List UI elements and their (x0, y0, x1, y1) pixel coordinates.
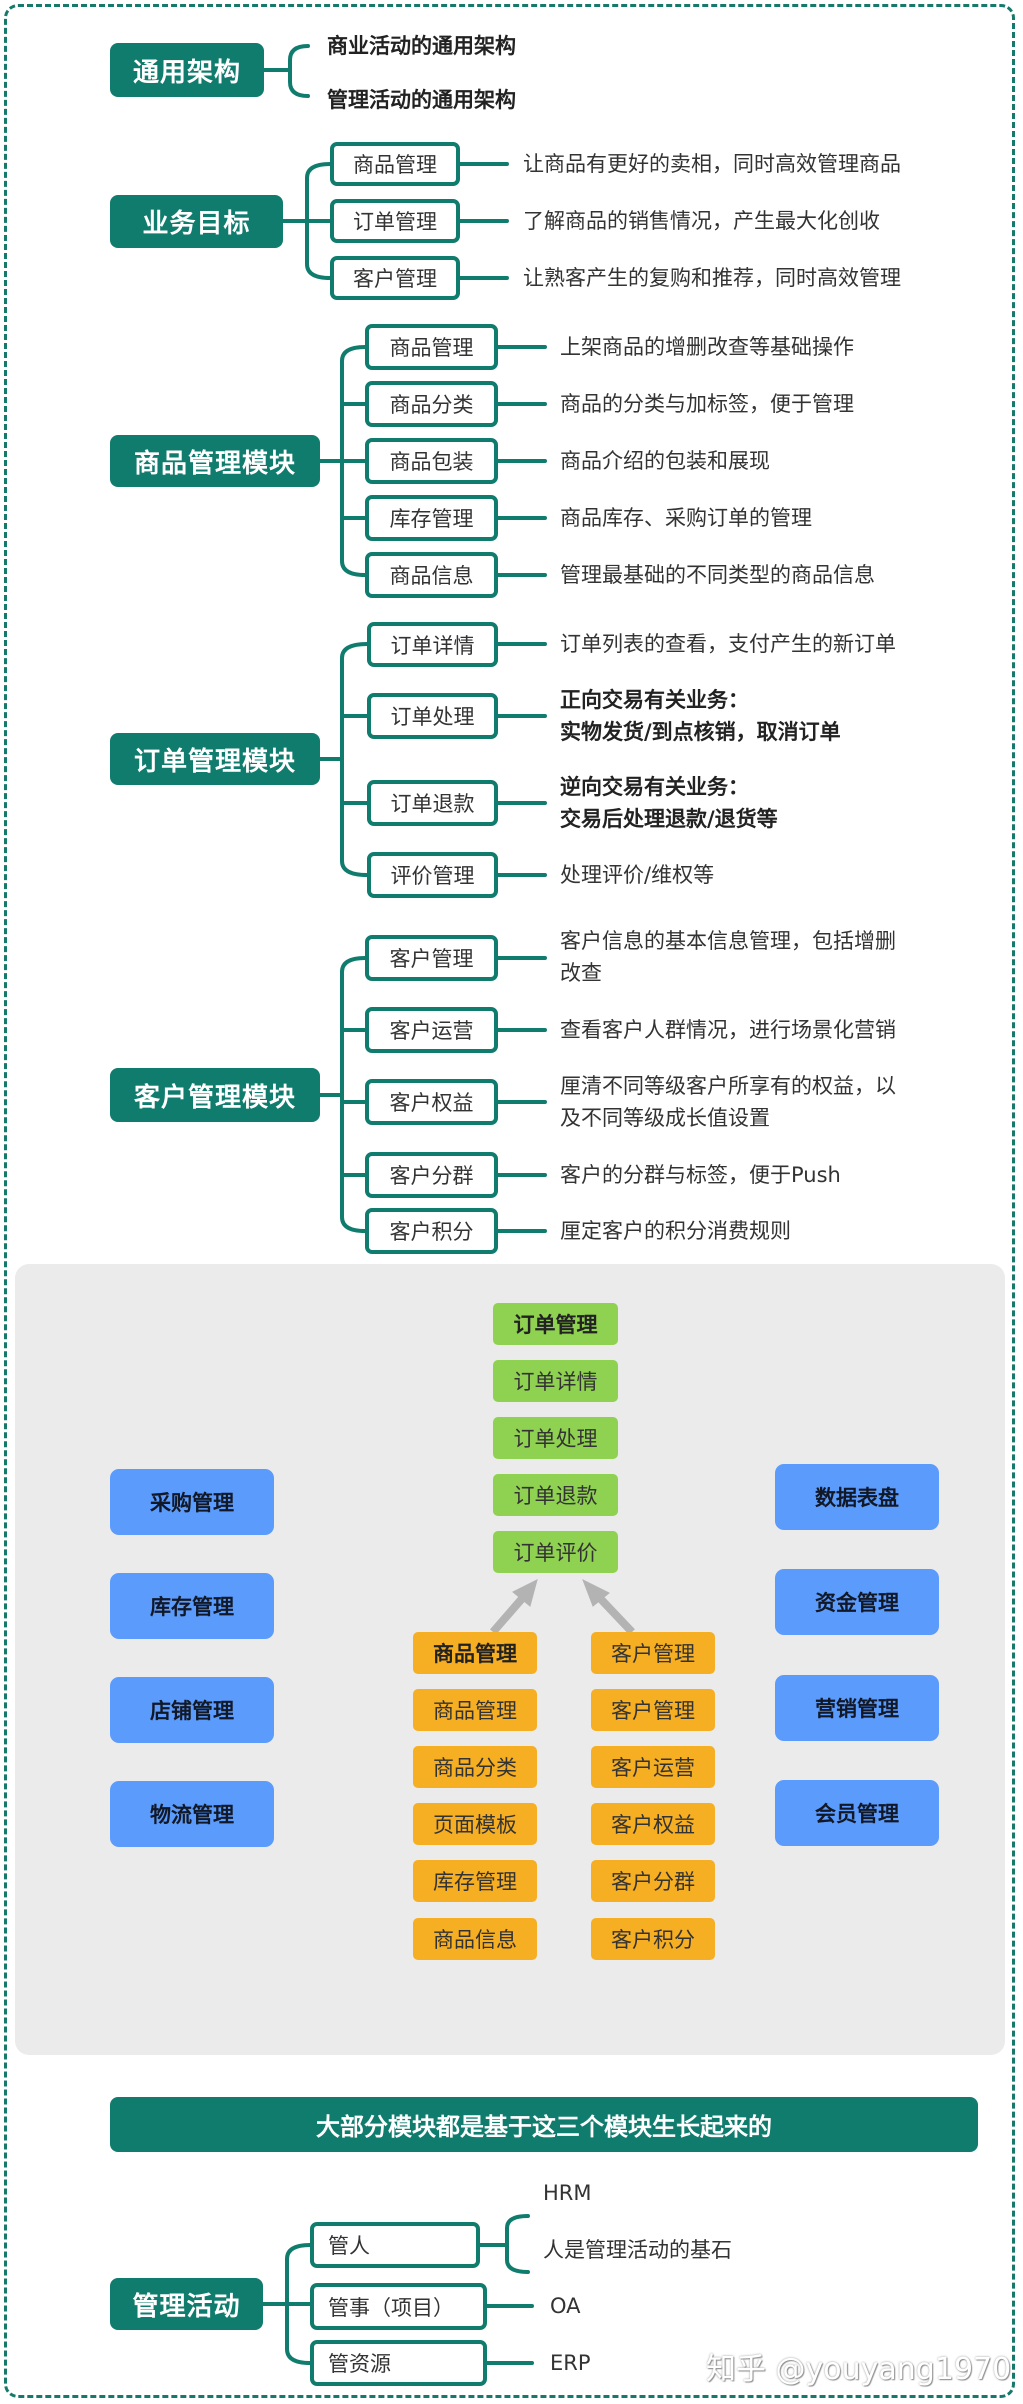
order-module-root: 订单管理模块 (110, 733, 320, 785)
customer-desc: 客户信息的基本信息管理，包括增删 (560, 929, 896, 953)
management-desc-people: 人是管理活动的基石 (543, 2238, 732, 2262)
customer-item: 客户管理 (365, 935, 498, 981)
management-root: 管理活动 (110, 2278, 263, 2330)
order-stack-title: 订单管理 (493, 1303, 618, 1345)
product-item: 库存管理 (365, 495, 498, 541)
product-stack-title: 商品管理 (413, 1632, 537, 1674)
customer-desc: 客户的分群与标签，便于Push (560, 1163, 841, 1187)
business-desc-customer: 让熟客产生的复购和推荐，同时高效管理 (523, 266, 901, 290)
customer-desc: 及不同等级成长值设置 (560, 1106, 770, 1130)
management-item-resources: 管资源 (310, 2340, 487, 2386)
right-module-finance: 资金管理 (775, 1569, 939, 1635)
order-desc-heading: 正向交易有关业务： (560, 688, 749, 712)
order-desc: 处理评价/维权等 (560, 863, 715, 887)
order-item: 订单处理 (367, 693, 498, 739)
customer-item: 客户权益 (365, 1079, 498, 1125)
product-desc: 商品库存、采购订单的管理 (560, 506, 812, 530)
product-item: 商品包装 (365, 438, 498, 484)
order-desc: 交易后处理退款/退货等 (560, 807, 778, 831)
product-item: 商品信息 (365, 552, 498, 598)
order-item: 订单详情 (367, 622, 498, 667)
summary-banner: 大部分模块都是基于这三个模块生长起来的 (110, 2097, 978, 2152)
order-desc: 订单列表的查看，支付产生的新订单 (560, 632, 896, 656)
watermark: 知乎 @youyang1970 (706, 2352, 1012, 2387)
customer-desc: 查看客户人群情况，进行场景化营销 (560, 1018, 896, 1042)
order-item: 订单退款 (367, 780, 498, 826)
customer-stack-item: 客户权益 (591, 1803, 715, 1845)
management-desc-hrm: HRM (543, 2181, 592, 2205)
customer-stack-item: 客户积分 (591, 1918, 715, 1960)
customer-stack-item: 客户管理 (591, 1689, 715, 1731)
product-stack-item: 商品分类 (413, 1746, 537, 1788)
customer-desc: 厘清不同等级客户所享有的权益，以 (560, 1074, 896, 1098)
left-module-inventory: 库存管理 (110, 1573, 274, 1639)
order-stack-item: 订单处理 (493, 1417, 618, 1459)
general-item-management: 管理活动的通用架构 (327, 88, 516, 112)
general-architecture-root: 通用架构 (110, 43, 264, 97)
product-desc: 上架商品的增删改查等基础操作 (560, 335, 854, 359)
customer-stack-title: 客户管理 (591, 1632, 715, 1674)
customer-stack-item: 客户运营 (591, 1746, 715, 1788)
left-module-procurement: 采购管理 (110, 1469, 274, 1535)
product-stack-item: 商品信息 (413, 1918, 537, 1960)
business-goals-root: 业务目标 (110, 195, 283, 248)
right-module-dashboard: 数据表盘 (775, 1464, 939, 1530)
customer-item: 客户运营 (365, 1007, 498, 1053)
order-stack-item: 订单详情 (493, 1360, 618, 1402)
customer-item: 客户积分 (365, 1208, 498, 1254)
customer-item: 客户分群 (365, 1152, 498, 1198)
business-desc-product: 让商品有更好的卖相，同时高效管理商品 (523, 152, 901, 176)
customer-stack-item: 客户分群 (591, 1860, 715, 1902)
right-module-membership: 会员管理 (775, 1780, 939, 1846)
order-desc: 实物发货/到点核销，取消订单 (560, 720, 841, 744)
customer-desc: 改查 (560, 961, 602, 985)
business-item-product: 商品管理 (330, 142, 460, 186)
left-module-store: 店铺管理 (110, 1677, 274, 1743)
order-stack-item: 订单评价 (493, 1531, 618, 1573)
product-stack-item: 商品管理 (413, 1689, 537, 1731)
product-module-root: 商品管理模块 (110, 435, 320, 487)
management-item-people: 管人 (310, 2222, 480, 2268)
general-item-commerce: 商业活动的通用架构 (327, 34, 516, 58)
business-item-customer: 客户管理 (330, 256, 460, 300)
order-item: 评价管理 (367, 852, 498, 898)
customer-desc: 厘定客户的积分消费规则 (560, 1219, 791, 1243)
business-item-order: 订单管理 (330, 199, 460, 243)
product-desc: 商品的分类与加标签，便于管理 (560, 392, 854, 416)
order-desc-heading: 逆向交易有关业务： (560, 775, 749, 799)
business-desc-order: 了解商品的销售情况，产生最大化创收 (523, 209, 880, 233)
product-desc: 管理最基础的不同类型的商品信息 (560, 563, 875, 587)
product-item: 商品分类 (365, 381, 498, 427)
management-desc-erp: ERP (550, 2351, 591, 2375)
product-stack-item: 页面模板 (413, 1803, 537, 1845)
product-desc: 商品介绍的包装和展现 (560, 449, 770, 473)
management-item-projects: 管事（项目） (310, 2283, 487, 2330)
left-module-logistics: 物流管理 (110, 1781, 274, 1847)
product-stack-item: 库存管理 (413, 1860, 537, 1902)
customer-module-root: 客户管理模块 (110, 1068, 320, 1122)
product-item: 商品管理 (365, 324, 498, 370)
order-stack-item: 订单退款 (493, 1474, 618, 1516)
management-desc-oa: OA (550, 2294, 581, 2318)
right-module-marketing: 营销管理 (775, 1675, 939, 1741)
